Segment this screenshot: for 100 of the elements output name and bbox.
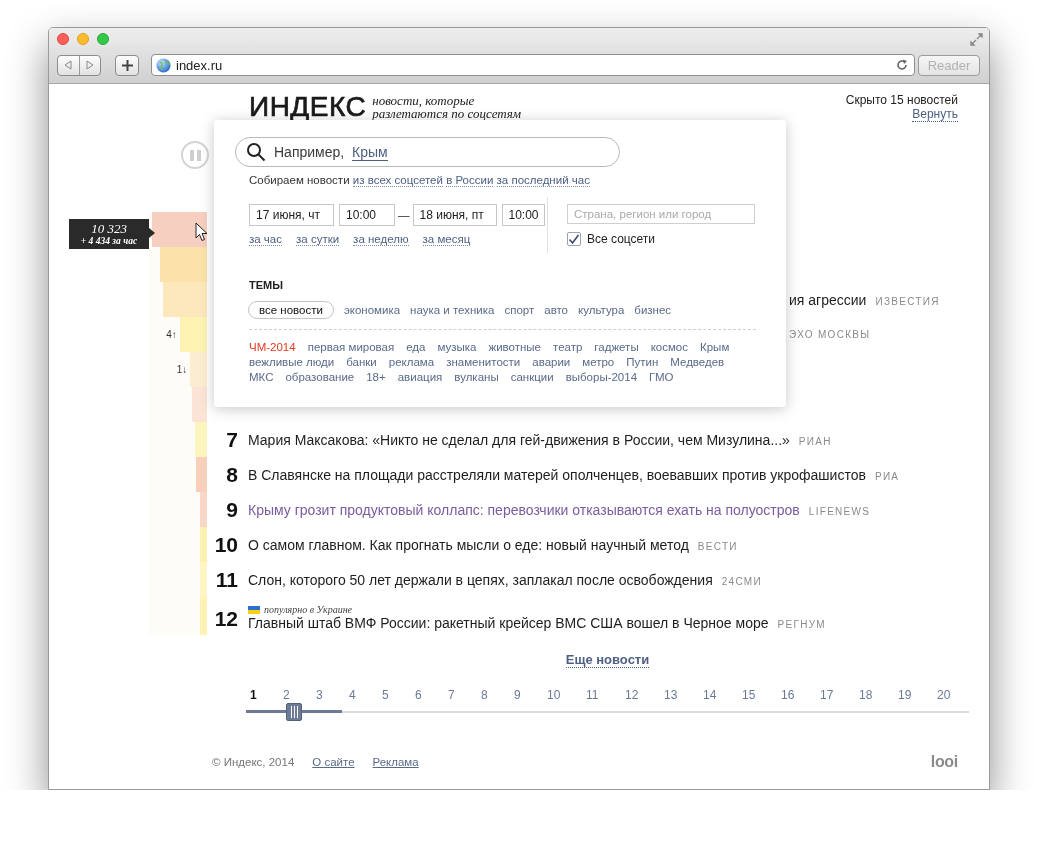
range-link[interactable]: за неделю	[353, 233, 409, 246]
tag-link[interactable]: музыка	[437, 340, 477, 355]
topic-tab[interactable]: экономика	[343, 302, 401, 318]
tag-link[interactable]: авиация	[397, 370, 443, 385]
tag-link[interactable]: Медведев	[670, 355, 725, 370]
tag-link[interactable]: реклама	[388, 355, 435, 370]
fullscreen-icon[interactable]	[970, 33, 983, 46]
left-triangle-icon	[64, 60, 73, 70]
minimize-button[interactable]	[77, 33, 89, 45]
page-link[interactable]: 1	[246, 688, 279, 702]
filter-link[interactable]: в России	[446, 174, 494, 187]
rank-number: 10	[213, 532, 238, 557]
example-link[interactable]: Крым	[352, 143, 388, 161]
page-link[interactable]: 7	[444, 688, 477, 702]
page-link[interactable]: 17	[816, 688, 855, 702]
page-link[interactable]: 16	[777, 688, 816, 702]
filter-link[interactable]: из всех соцсетей	[352, 174, 443, 187]
headline-link[interactable]: Главный штаб ВМФ России: ракетный крейсер ВМС США вошел в Черное море	[248, 615, 769, 631]
tag-link[interactable]: метро	[582, 355, 615, 370]
more-news-link[interactable]: Еще новости	[565, 652, 650, 668]
tag-link[interactable]: 18+	[366, 370, 386, 385]
rank-number: 8	[225, 462, 238, 487]
page-link[interactable]: 15	[738, 688, 777, 702]
rank-number: 7	[225, 427, 238, 452]
page-link[interactable]: 8	[477, 688, 510, 702]
headline-link[interactable]: Мария Максакова: «Никто не сделал для гей-движения в России, чем Мизулина...»	[248, 431, 790, 448]
tag-link[interactable]: космос	[650, 340, 688, 355]
headline-link[interactable]: ия агрессии	[789, 291, 867, 308]
tag-link[interactable]: банки	[346, 355, 377, 370]
page-link[interactable]: 9	[510, 688, 543, 702]
tag-link[interactable]: выборы-2014	[565, 370, 638, 385]
tag-link[interactable]: Путин	[626, 355, 659, 370]
search-icon	[246, 142, 266, 162]
footer-link[interactable]: О сайте	[312, 756, 355, 768]
topic-tab[interactable]: культура	[578, 302, 625, 318]
address-field[interactable]: index.ru	[151, 54, 915, 76]
right-triangle-icon	[85, 60, 94, 70]
page-link[interactable]: 4	[345, 688, 378, 702]
tag-link[interactable]: МКС	[249, 370, 274, 385]
page-link[interactable]: 18	[855, 688, 894, 702]
page-link[interactable]: 12	[621, 688, 660, 702]
close-button[interactable]	[57, 33, 69, 45]
tag-link[interactable]: ЧМ-2014	[249, 340, 296, 355]
tag-link[interactable]: аварии	[532, 355, 571, 370]
page-link[interactable]: 3	[312, 688, 345, 702]
tag-link[interactable]: Крым	[700, 340, 730, 355]
footer-link[interactable]: Реклама	[372, 756, 419, 768]
tag-link[interactable]: гаджеты	[594, 340, 639, 355]
flag-icon	[248, 605, 260, 614]
tag-link[interactable]: еда	[406, 340, 426, 355]
page-slider[interactable]	[246, 702, 969, 722]
source-label: РЕГНУМ	[777, 619, 826, 630]
zoom-button[interactable]	[97, 33, 109, 45]
topic-tab[interactable]: спорт	[504, 302, 535, 318]
logo[interactable]: ИНДЕКС	[249, 92, 367, 122]
page-link[interactable]: 14	[699, 688, 738, 702]
page-link[interactable]: 6	[411, 688, 444, 702]
range-link[interactable]: за месяц	[422, 233, 471, 246]
page-link[interactable]: 11	[582, 688, 621, 702]
checkbox[interactable]	[567, 232, 581, 246]
brand-logo[interactable]: looi	[930, 753, 958, 771]
headline-link[interactable]: Крыму грозит продуктовый коллапс: перевозчики отказываются ехать на полуостров	[248, 501, 800, 518]
tag-link[interactable]: вулканы	[454, 370, 499, 385]
popular-note: популярно в Украине	[264, 604, 353, 615]
filter-link[interactable]: за последний час	[496, 174, 590, 187]
checkbox-label: Все соцсети	[587, 232, 656, 246]
location-field[interactable]: Страна, регион или город	[567, 204, 755, 224]
source-label: ВЕСТИ	[697, 540, 738, 552]
time-field[interactable]: 10:00	[339, 204, 395, 226]
time-field[interactable]: 10:00	[501, 204, 545, 226]
date-field[interactable]: 17 июня, чт	[249, 204, 334, 226]
tag-link[interactable]: знаменитости	[446, 355, 521, 370]
range-link[interactable]: за час	[249, 233, 282, 246]
page-link[interactable]: 19	[894, 688, 933, 702]
page-link[interactable]: 2	[279, 688, 312, 702]
topic-tab[interactable]: авто	[544, 302, 569, 318]
range-link[interactable]: за сутки	[296, 233, 340, 246]
page-link[interactable]: 5	[378, 688, 411, 702]
headline-link[interactable]: О самом главном. Как прогнать мысли о еде: новый научный метод	[248, 536, 689, 553]
tag-link[interactable]: санкции	[510, 370, 554, 385]
headline-link[interactable]: Слон, которого 50 лет держали в цепях, заплакал после освобождения	[248, 571, 713, 588]
tag-link[interactable]: театр	[553, 340, 583, 355]
page-link[interactable]: 13	[660, 688, 699, 702]
topic-tab[interactable]: наука и техника	[410, 302, 495, 318]
headline-link[interactable]: В Славянске на площади расстреляли матерей ополченцев, воевавших против укрофашистов	[248, 466, 866, 483]
restore-link[interactable]: Вернуть	[912, 107, 958, 122]
tag-link[interactable]: вежливые люди	[249, 355, 335, 370]
rank-change: 4↑	[166, 329, 177, 340]
reload-icon[interactable]	[896, 59, 908, 71]
page-link[interactable]: 10	[543, 688, 582, 702]
page-link[interactable]: 20	[933, 688, 972, 702]
new-tab-button[interactable]	[115, 54, 139, 76]
tag-link[interactable]: первая мировая	[307, 340, 395, 355]
tag-link[interactable]: животные	[488, 340, 541, 355]
slider-handle[interactable]	[286, 703, 303, 721]
tag-link[interactable]: ГМО	[649, 370, 674, 385]
copyright: © Индекс, 2014	[212, 756, 295, 768]
topic-tab[interactable]: бизнес	[634, 302, 672, 318]
date-field[interactable]: 18 июня, пт	[412, 204, 497, 226]
tag-link[interactable]: образование	[285, 370, 355, 385]
